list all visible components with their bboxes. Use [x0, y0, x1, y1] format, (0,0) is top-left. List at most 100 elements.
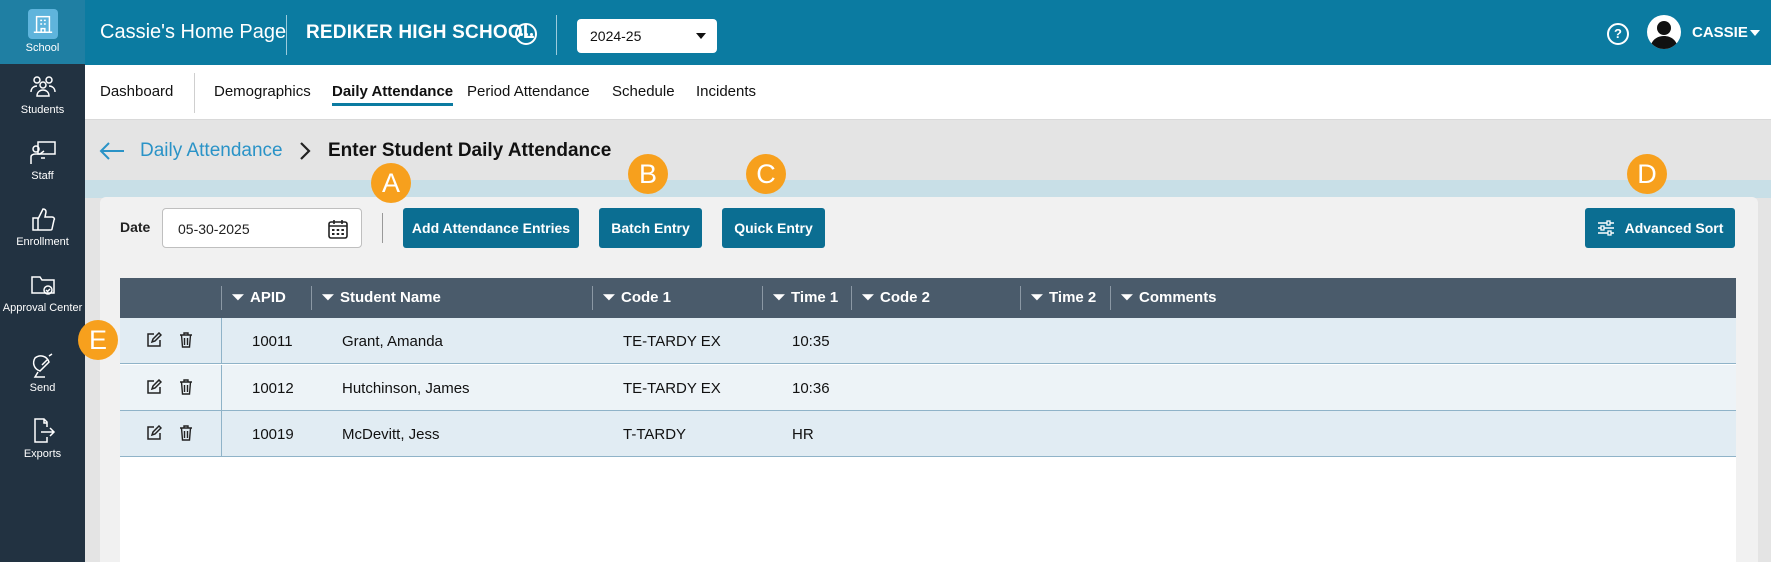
callout-c: C [746, 154, 786, 194]
divider [286, 15, 287, 55]
trash-icon[interactable] [179, 332, 193, 348]
column-header-time-2[interactable]: ⏷ Time 2 [1031, 289, 1096, 306]
sidebar-item-label: School [25, 42, 60, 54]
column-divider [762, 286, 763, 310]
add-attendance-entries-button[interactable]: Add Attendance Entries [403, 208, 579, 248]
tab-demographics[interactable]: Demographics [214, 83, 311, 100]
sidebar-item-label: Approval Center [2, 302, 83, 314]
divider [382, 213, 383, 243]
cell-student-name: Hutchinson, James [342, 380, 470, 397]
calendar-icon[interactable] [327, 218, 349, 240]
cell-student-name: Grant, Amanda [342, 333, 443, 350]
filter-icon[interactable]: ⏷ [773, 289, 785, 306]
cell-code-1: T-TARDY [623, 426, 687, 443]
sidebar-item-approval-center[interactable]: Approval Center [0, 272, 85, 315]
sidebar-item-school[interactable]: School [0, 0, 85, 64]
filter-icon[interactable]: ⏷ [1121, 289, 1133, 306]
callout-a: A [371, 163, 411, 203]
table-row[interactable]: 10012 Hutchinson, James TE-TARDY EX 10:3… [120, 365, 1736, 411]
date-value: 05-30-2025 [178, 221, 250, 237]
quick-entry-button[interactable]: Quick Entry [722, 208, 825, 248]
sidebar-item-exports[interactable]: Exports [0, 418, 85, 461]
cell-apid: 10012 [252, 380, 294, 397]
sidebar-item-label: Send [29, 382, 56, 394]
edit-icon[interactable] [146, 332, 162, 348]
column-header-student-name[interactable]: ⏷ Student Name [322, 289, 441, 306]
back-arrow-icon[interactable] [98, 140, 126, 162]
page-title: Enter Student Daily Attendance [328, 140, 612, 161]
sidebar-item-enrollment[interactable]: Enrollment [0, 206, 85, 249]
background-strip [85, 180, 1771, 198]
table-header: ⏷ APID ⏷ Student Name ⏷ Code 1 ⏷ Time 1 ⏷ Cod… [120, 278, 1736, 318]
edit-icon[interactable] [146, 379, 162, 395]
help-icon[interactable]: ? [1607, 23, 1629, 45]
sidebar-item-students[interactable]: Students [0, 74, 85, 117]
students-icon [29, 76, 56, 97]
user-menu-name[interactable]: CASSIE [1692, 24, 1748, 41]
column-label: APID [250, 289, 286, 306]
sidebar-item-send[interactable]: Send [0, 352, 85, 395]
folder-check-icon [30, 276, 55, 295]
column-divider [221, 286, 222, 310]
sidebar: School Students Staff Enrollment Approva… [0, 0, 85, 562]
tab-schedule[interactable]: Schedule [612, 83, 675, 100]
filter-icon[interactable]: ⏷ [603, 289, 615, 306]
school-year-select[interactable]: 2024-25 [577, 19, 717, 53]
tab-daily-attendance[interactable]: Daily Attendance [332, 83, 454, 106]
cell-apid: 10011 [252, 333, 293, 350]
column-header-apid[interactable]: ⏷ APID [232, 289, 286, 306]
tab-dashboard[interactable]: Dashboard [100, 83, 173, 100]
tab-incidents[interactable]: Incidents [696, 83, 756, 100]
sliders-icon [1597, 220, 1614, 236]
date-label: Date [120, 219, 151, 235]
filter-icon[interactable]: ⏷ [862, 289, 874, 306]
chevron-right-icon [298, 141, 312, 167]
column-header-code-1[interactable]: ⏷ Code 1 [603, 289, 671, 306]
tab-period-attendance[interactable]: Period Attendance [467, 83, 590, 100]
column-divider [592, 286, 593, 310]
more-options-icon[interactable] [515, 23, 537, 45]
sidebar-item-label: Staff [31, 170, 54, 182]
thumbs-up-icon [31, 208, 55, 231]
column-divider [1020, 286, 1021, 310]
home-page-title[interactable]: Cassie's Home Page [100, 21, 286, 44]
attendance-panel: Date 05-30-2025 Add Attendance Entries B… [100, 197, 1758, 562]
filter-icon[interactable]: ⏷ [322, 289, 334, 306]
edit-icon[interactable] [146, 425, 162, 441]
attendance-table: ⏷ APID ⏷ Student Name ⏷ Code 1 ⏷ Time 1 ⏷ Cod… [120, 278, 1736, 562]
table-row[interactable]: 10019 McDevitt, Jess T-TARDY HR [120, 411, 1736, 457]
filter-icon[interactable]: ⏷ [232, 289, 244, 306]
table-row[interactable]: 10011 Grant, Amanda TE-TARDY EX 10:35 [120, 318, 1736, 364]
school-name: REDIKER HIGH SCHOOL [306, 22, 535, 43]
divider [556, 15, 557, 55]
sidebar-item-label: Students [20, 104, 65, 116]
column-label: Comments [1139, 289, 1217, 306]
column-header-time-1[interactable]: ⏷ Time 1 [773, 289, 838, 306]
cell-code-1: TE-TARDY EX [623, 380, 721, 397]
filter-icon[interactable]: ⏷ [1031, 289, 1043, 306]
export-icon [33, 418, 55, 443]
column-divider [311, 286, 312, 310]
advanced-sort-button[interactable]: Advanced Sort [1585, 208, 1735, 248]
divider [194, 73, 195, 113]
cell-code-1: TE-TARDY EX [623, 333, 721, 350]
chevron-down-icon[interactable] [1750, 30, 1760, 36]
trash-icon[interactable] [179, 425, 193, 441]
column-header-code-2[interactable]: ⏷ Code 2 [862, 289, 930, 306]
trash-icon[interactable] [179, 379, 193, 395]
batch-entry-button[interactable]: Batch Entry [599, 208, 702, 248]
date-field[interactable]: 05-30-2025 [162, 208, 362, 248]
column-label: Time 1 [791, 289, 839, 306]
school-icon [27, 9, 58, 39]
sidebar-item-staff[interactable]: Staff [0, 140, 85, 183]
sidebar-item-label: Exports [23, 448, 62, 460]
avatar[interactable] [1647, 15, 1681, 49]
cell-apid: 10019 [252, 426, 294, 443]
chevron-down-icon [696, 33, 706, 39]
school-year-value: 2024-25 [590, 28, 642, 44]
column-header-comments[interactable]: ⏷ Comments [1121, 289, 1217, 306]
column-divider [221, 365, 222, 411]
column-label: Student Name [340, 289, 441, 306]
breadcrumb-parent-link[interactable]: Daily Attendance [140, 140, 283, 162]
advanced-sort-label: Advanced Sort [1624, 220, 1724, 236]
